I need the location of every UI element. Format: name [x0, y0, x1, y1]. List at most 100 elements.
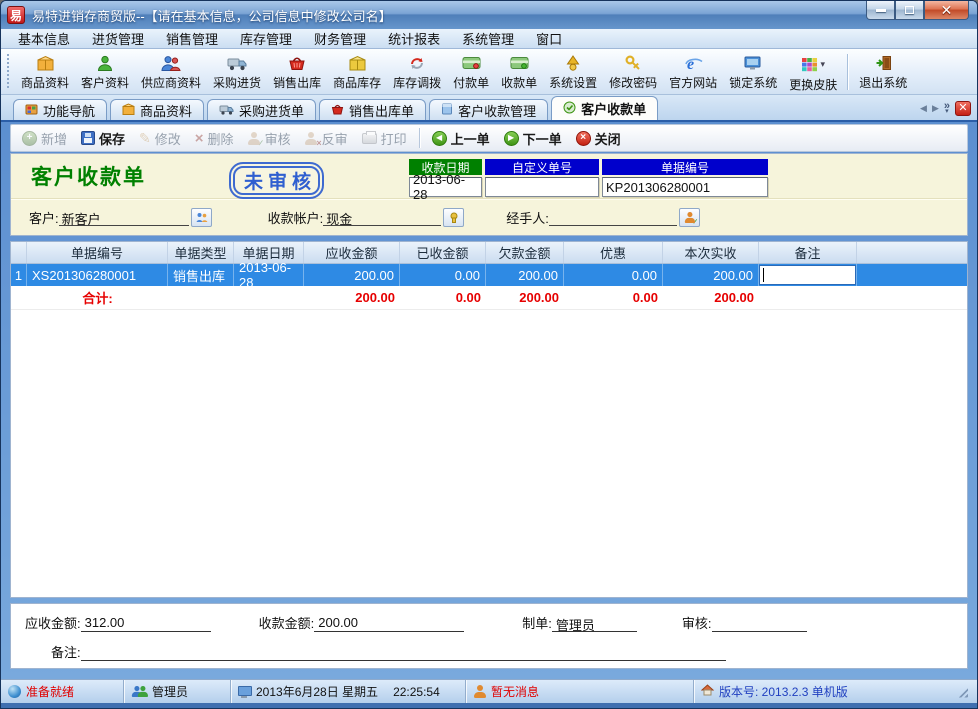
prev-record-button[interactable]: ◀ 上一单: [425, 127, 497, 150]
customer-picker-button[interactable]: [191, 208, 212, 227]
account-picker-button[interactable]: [443, 208, 464, 227]
tab-sales-order[interactable]: 销售出库单: [319, 99, 426, 120]
menu-item-basic-info[interactable]: 基本信息: [7, 29, 81, 48]
toolbar-website-button[interactable]: e 官方网站: [663, 51, 723, 93]
toolbar-skin-button[interactable]: ▾ 更换皮肤: [783, 51, 843, 93]
tab-customer-receipt[interactable]: 客户收款单: [551, 96, 658, 120]
toolbar-stock-button[interactable]: 商品库存: [327, 51, 387, 93]
delete-button[interactable]: × 删除: [188, 127, 241, 150]
tab-goods-data[interactable]: 商品资料: [110, 99, 204, 120]
minimize-button[interactable]: [866, 1, 895, 20]
close-button[interactable]: ✕: [924, 1, 969, 20]
owed-cell[interactable]: 200.00: [486, 264, 564, 286]
new-button[interactable]: + 新增: [15, 127, 74, 150]
doc-type-cell[interactable]: 销售出库: [168, 264, 234, 286]
toolbar-goods-button[interactable]: 商品资料: [15, 51, 75, 93]
goods-box-icon: [36, 53, 55, 73]
main-toolbar: 商品资料 客户资料 供应商资料 采购进货 销售出库: [1, 49, 977, 95]
doc-toolbar-separator: [419, 128, 420, 148]
skin-dropdown-caret-icon[interactable]: ▾: [820, 59, 825, 70]
col-receivable[interactable]: 应收金额: [304, 242, 400, 263]
discount-cell[interactable]: 0.00: [564, 264, 663, 286]
tab-scroll-right-icon[interactable]: ▶: [932, 104, 939, 113]
toolbar-customer-button[interactable]: 客户资料: [75, 51, 135, 93]
tab-overflow-icon[interactable]: »▾: [944, 103, 950, 114]
toolbar-payment-button[interactable]: 付款单: [447, 51, 495, 93]
doc-date-cell[interactable]: 2013-06-28: [234, 264, 304, 286]
unaudit-button[interactable]: × 反审: [298, 127, 355, 150]
table-row[interactable]: 1 XS201306280001 销售出库 2013-06-28 200.00 …: [11, 264, 967, 286]
customer-receipt-tab-icon: [563, 101, 576, 117]
website-icon: e: [684, 53, 703, 73]
skin-palette-icon: [801, 53, 818, 75]
menu-item-purchasing[interactable]: 进货管理: [81, 29, 155, 48]
summary-maker-label: 制单:: [522, 613, 552, 632]
col-remark[interactable]: 备注: [759, 242, 857, 263]
menu-item-sales[interactable]: 销售管理: [155, 29, 229, 48]
customer-field[interactable]: 新客户: [59, 209, 189, 226]
col-owed[interactable]: 欠款金额: [486, 242, 564, 263]
custom-number-input[interactable]: [485, 177, 599, 197]
toolbar-supplier-button[interactable]: 供应商资料: [135, 51, 207, 93]
col-doc-type[interactable]: 单据类型: [168, 242, 234, 263]
menu-item-reports[interactable]: 统计报表: [377, 29, 451, 48]
menu-item-system[interactable]: 系统管理: [451, 29, 525, 48]
next-record-button[interactable]: ▶ 下一单: [497, 127, 569, 150]
menu-item-inventory[interactable]: 库存管理: [229, 29, 303, 48]
summary-remark-value[interactable]: [81, 644, 726, 661]
received-cell[interactable]: 0.00: [400, 264, 486, 286]
status-message-segment[interactable]: 暂无消息: [466, 680, 694, 703]
tab-purchase-order[interactable]: 采购进货单: [207, 99, 316, 120]
tab-close-icon[interactable]: ✕: [955, 101, 971, 116]
supplier-persons-icon: [161, 53, 181, 73]
print-button[interactable]: 打印: [355, 127, 414, 150]
col-doc-number[interactable]: 单据编号: [27, 242, 168, 263]
toolbar-settings-button[interactable]: 系统设置: [543, 51, 603, 93]
function-nav-icon: [25, 103, 38, 118]
doc-number-input[interactable]: KP201306280001: [602, 177, 768, 197]
detail-table: 单据编号 单据类型 单据日期 应收金额 已收金额 欠款金额 优惠 本次实收 备注…: [10, 241, 968, 598]
doc-number-cell[interactable]: XS201306280001: [27, 264, 168, 286]
toolbar-exit-button[interactable]: 退出系统: [853, 51, 913, 93]
summary-maker-value: 管理员: [552, 615, 637, 632]
account-field[interactable]: 现金: [323, 209, 441, 226]
remark-cell[interactable]: [759, 264, 857, 286]
unaudited-stamp: 未审核: [229, 162, 324, 199]
save-button[interactable]: 保存: [74, 127, 132, 150]
toolbar-lock-button[interactable]: 锁定系统: [723, 51, 783, 93]
purchase-truck-icon: [227, 53, 248, 73]
edit-button[interactable]: ✎ 修改: [132, 127, 188, 150]
form-header-panel: 客户收款单 未审核 收款日期 2013-06-28 自定义单号 单据编号 KP2…: [10, 153, 968, 236]
toolbar-receipt-button[interactable]: 收款单: [495, 51, 543, 93]
sale-basket-icon: [288, 53, 306, 73]
receipt-card-icon: [510, 53, 529, 73]
status-ready-segment: 准备就绪: [1, 680, 124, 703]
custom-number-group: 自定义单号: [485, 159, 599, 197]
col-received[interactable]: 已收金额: [400, 242, 486, 263]
toolbar-transfer-button[interactable]: 库存调拨: [387, 51, 447, 93]
toolbar-sale-button[interactable]: 销售出库: [267, 51, 327, 93]
col-discount[interactable]: 优惠: [564, 242, 663, 263]
close-doc-button[interactable]: × 关闭: [569, 127, 628, 150]
receivable-cell[interactable]: 200.00: [304, 264, 400, 286]
remark-edit-input[interactable]: [759, 265, 856, 285]
doc-number-label: 单据编号: [602, 159, 768, 175]
col-actual[interactable]: 本次实收: [663, 242, 759, 263]
handler-picker-button[interactable]: ✓: [679, 208, 700, 227]
maximize-button[interactable]: [895, 1, 924, 20]
customer-person-icon: [97, 53, 113, 73]
tab-scroll-left-icon[interactable]: ◀: [920, 104, 927, 113]
receipt-date-input[interactable]: 2013-06-28: [409, 177, 482, 197]
audit-button[interactable]: ✓ 审核: [241, 127, 298, 150]
doc-number-group: 单据编号 KP201306280001: [602, 159, 768, 197]
menu-item-finance[interactable]: 财务管理: [303, 29, 377, 48]
toolbar-purchase-button[interactable]: 采购进货: [207, 51, 267, 93]
actual-cell[interactable]: 200.00: [663, 264, 759, 286]
tab-function-nav[interactable]: 功能导航: [13, 99, 107, 120]
menu-item-window[interactable]: 窗口: [525, 29, 573, 48]
tab-receipt-management[interactable]: 客户收款管理: [429, 99, 548, 120]
resize-grip[interactable]: [956, 686, 968, 698]
summary-auditor-label: 审核:: [682, 613, 712, 632]
handler-field[interactable]: [549, 209, 677, 226]
toolbar-password-button[interactable]: 修改密码: [603, 51, 663, 93]
